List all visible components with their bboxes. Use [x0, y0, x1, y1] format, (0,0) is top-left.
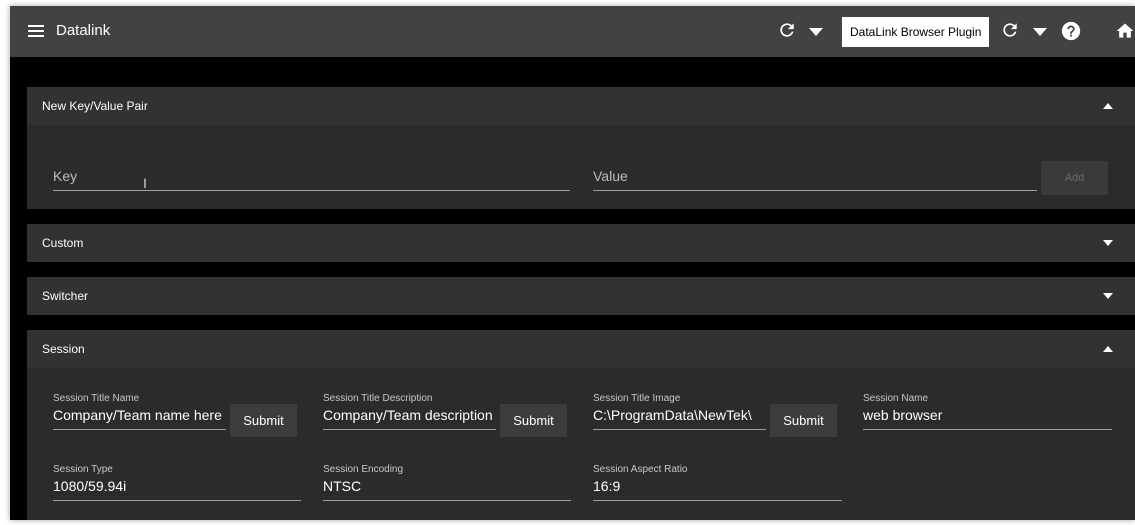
field-label: Session Title Description — [323, 393, 433, 404]
caret-down-icon[interactable] — [808, 24, 824, 40]
top-bar: Datalink DataLink Browser Plugin — [10, 6, 1135, 57]
caret-down-icon[interactable] — [1032, 24, 1048, 40]
field-label: Session Aspect Ratio — [593, 464, 688, 475]
session-name-input[interactable] — [863, 406, 1112, 430]
session-encoding-field: Session Encoding — [323, 464, 571, 501]
chevron-down-icon[interactable] — [1103, 240, 1113, 246]
panel-header-new-key-value-pair[interactable]: New Key/Value Pair — [27, 87, 1135, 125]
submit-title-description-button[interactable]: Submit — [500, 404, 567, 437]
field-label: Session Name — [863, 393, 929, 404]
add-button[interactable]: Add — [1041, 161, 1108, 195]
help-icon[interactable] — [1060, 20, 1082, 42]
panel-title: Session — [42, 342, 85, 356]
panel-header-switcher[interactable]: Switcher — [27, 277, 1135, 315]
submit-title-image-button[interactable]: Submit — [770, 404, 837, 437]
session-title-image-input[interactable] — [593, 406, 766, 430]
field-label: Session Title Image — [593, 393, 681, 404]
menu-icon[interactable] — [26, 23, 46, 39]
session-aspect-ratio-input[interactable] — [593, 477, 842, 501]
panel-header-custom[interactable]: Custom — [27, 224, 1135, 262]
refresh-icon[interactable] — [777, 20, 797, 40]
panel-title: Custom — [42, 236, 84, 250]
session-name-field: Session Name — [863, 393, 1112, 430]
session-title-name-input[interactable] — [53, 406, 226, 430]
refresh-icon[interactable] — [1000, 20, 1020, 40]
datalink-browser-plugin-button[interactable]: DataLink Browser Plugin — [842, 17, 990, 47]
field-label: Session Encoding — [323, 464, 404, 475]
field-label: Session Title Name — [53, 393, 140, 404]
chevron-up-icon[interactable] — [1103, 346, 1113, 352]
session-type-input[interactable] — [53, 477, 301, 501]
session-title-name-field: Session Title Name — [53, 393, 226, 430]
chevron-up-icon[interactable] — [1103, 103, 1113, 109]
session-type-field: Session Type — [53, 464, 301, 501]
app-window: Datalink DataLink Browser Plugin New Key… — [10, 6, 1135, 520]
home-icon[interactable] — [1115, 21, 1135, 41]
panel-title: New Key/Value Pair — [42, 99, 148, 113]
panel-header-session[interactable]: Session — [27, 330, 1135, 368]
custom-panel: Custom — [27, 224, 1135, 262]
field-label: Session Type — [53, 464, 113, 475]
session-title-description-input[interactable] — [323, 406, 496, 430]
value-input[interactable] — [593, 164, 1037, 191]
key-input[interactable] — [53, 164, 570, 191]
session-aspect-ratio-field: Session Aspect Ratio — [593, 464, 842, 501]
session-encoding-input[interactable] — [323, 477, 571, 501]
session-title-image-field: Session Title Image — [593, 393, 766, 430]
chevron-down-icon[interactable] — [1103, 293, 1113, 299]
panel-title: Switcher — [42, 289, 89, 303]
app-title: Datalink — [56, 22, 111, 39]
switcher-panel: Switcher — [27, 277, 1135, 315]
new-key-value-pair-panel: New Key/Value Pair I Add — [27, 87, 1135, 209]
session-panel: Session Session Title Name Submit Sessio… — [27, 330, 1135, 520]
text-cursor-icon: I — [143, 175, 147, 191]
session-title-description-field: Session Title Description — [323, 393, 496, 430]
submit-title-name-button[interactable]: Submit — [230, 404, 297, 437]
